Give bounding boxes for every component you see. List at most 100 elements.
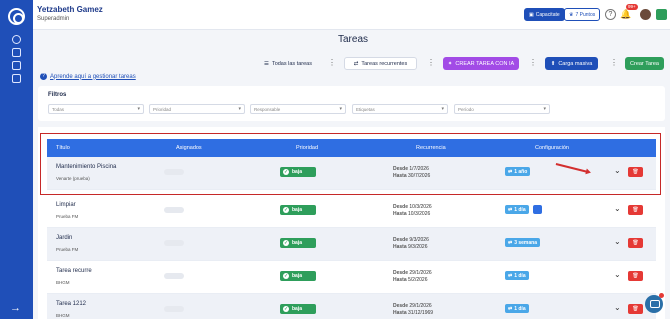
config-label: 1 día (514, 305, 526, 312)
table-row[interactable]: Tarea 1212 BHGM ✓ baja Desde 29/1/2026 Hasta … (47, 294, 656, 319)
page-title: Tareas (338, 34, 369, 45)
recurrence-dates: Desde 29/1/2026 Hasta 31/12/1969 (393, 303, 433, 317)
task-title: Limpiar (56, 202, 76, 208)
clock-icon[interactable] (12, 35, 21, 44)
points-button[interactable]: ♛ 7 Puntos (564, 8, 601, 21)
messages-icon[interactable] (656, 9, 667, 20)
create-ai-task-button[interactable]: ✦ CREAR TAREA CON IA (443, 57, 519, 70)
user-role: Superadmin (37, 16, 70, 22)
hasta-label: Hasta (393, 310, 407, 316)
task-subtitle: Prueba FM (56, 247, 79, 252)
all-tasks-button[interactable]: ☰ Todas las tareas (258, 57, 318, 70)
table-row[interactable]: Tarea recurre BHGM ✓ baja Desde 29/1/2026 Has… (47, 261, 656, 294)
bulk-load-button[interactable]: ⬆ Carga masiva (545, 57, 598, 70)
priority-label: baja (292, 207, 303, 213)
config-extra-icon[interactable] (533, 205, 542, 214)
filters-title: Filtros (48, 92, 67, 98)
user-name: Yetzabeth Gamez (37, 5, 103, 14)
hasta-label: Hasta (393, 244, 407, 250)
expand-sidebar-arrow-icon[interactable]: → (10, 303, 21, 314)
desde-date: 10/3/2026 (409, 204, 432, 210)
desde-label: Desde (393, 270, 409, 276)
avatar[interactable] (640, 9, 651, 20)
tasks-check-icon[interactable] (12, 48, 21, 57)
desde-date: 29/1/2026 (409, 270, 432, 276)
chat-badge (659, 293, 664, 298)
config-badge[interactable]: ⇄ 1 día (505, 304, 529, 313)
check-icon: ✓ (283, 240, 289, 246)
create-task-button[interactable]: Crear Tarea (625, 57, 664, 70)
chevron-down-icon[interactable]: ⌄ (614, 303, 621, 312)
trophy-icon: ♛ (569, 11, 574, 18)
assigned-placeholder (164, 273, 184, 279)
task-subtitle: BHGM (56, 313, 70, 318)
repeat-icon: ⇄ (353, 60, 359, 67)
task-title: Jardin (56, 235, 73, 241)
desde-label: Desde (393, 204, 409, 210)
priority-badge: ✓ baja (280, 238, 316, 248)
more-options-icon[interactable]: ⋮ (529, 58, 537, 67)
repeat-icon: ⇄ (508, 206, 513, 213)
config-badge[interactable]: ⇄ 1 día (505, 271, 529, 280)
filter-period-select[interactable]: Período (454, 104, 550, 114)
config-label: 1 día (514, 272, 526, 279)
filter-responsible-select[interactable]: Responsable (250, 104, 346, 114)
recurrence-dates: Desde 10/3/2026 Hasta 10/3/2026 (393, 204, 432, 218)
app-logo-icon[interactable] (8, 8, 25, 25)
desde-date: 9/3/2026 (409, 237, 429, 243)
config-badge[interactable]: ⇄ 3 semana (505, 238, 540, 247)
hasta-date: 31/12/1969 (408, 310, 434, 316)
hasta-date: 9/3/2026 (408, 244, 428, 250)
assigned-placeholder (164, 306, 184, 312)
assigned-placeholder (164, 240, 184, 246)
delete-button[interactable]: 🗑 (628, 238, 643, 248)
list-icon: ☰ (264, 60, 269, 67)
chart-icon[interactable] (12, 61, 21, 70)
repeat-icon: ⇄ (508, 272, 513, 279)
create-task-label: Crear Tarea (630, 60, 659, 67)
more-options-icon[interactable]: ⋮ (427, 58, 435, 67)
config-badge[interactable]: ⇄ 1 día (505, 205, 529, 214)
config-label: 3 semana (514, 239, 537, 246)
delete-button[interactable]: 🗑 (628, 205, 643, 215)
delete-button[interactable]: 🗑 (628, 271, 643, 281)
more-options-icon[interactable]: ⋮ (328, 58, 336, 67)
training-icon: ▣ (529, 11, 534, 18)
bulk-load-label: Carga masiva (558, 60, 593, 67)
recurring-tasks-label: Tareas recurrentes (361, 60, 408, 67)
task-subtitle: BHGM (56, 280, 70, 285)
table-row[interactable]: Limpiar Prueba FM ✓ baja Desde 10/3/2026 Hast… (47, 195, 656, 228)
filter-priority-select[interactable]: Prioridad (149, 104, 245, 114)
bell-icon[interactable]: 🔔 (620, 9, 631, 20)
check-icon: ✓ (283, 306, 289, 312)
priority-badge: ✓ baja (280, 304, 316, 314)
help-icon[interactable]: ? (605, 9, 616, 20)
question-icon: ? (40, 73, 47, 80)
training-button[interactable]: ▣ Capacitate (524, 8, 565, 21)
task-title: Tarea recurre (56, 268, 92, 274)
config-label: 1 día (514, 206, 526, 213)
delete-button[interactable]: 🗑 (628, 304, 643, 314)
training-label: Capacitate (535, 11, 560, 18)
recurring-tasks-button[interactable]: ⇄ Tareas recurrentes (344, 57, 417, 70)
sparkle-icon: ✦ (447, 60, 453, 67)
priority-badge: ✓ baja (280, 205, 316, 215)
task-title: Tarea 1212 (56, 301, 87, 307)
table-row[interactable]: Jardin Prueba FM ✓ baja Desde 9/3/2026 Hasta … (47, 228, 656, 261)
more-options-icon[interactable]: ⋮ (610, 58, 618, 67)
chevron-down-icon[interactable]: ⌄ (614, 237, 621, 246)
task-subtitle: Prueba FM (56, 214, 79, 219)
chevron-down-icon[interactable]: ⌄ (614, 204, 621, 213)
document-icon[interactable] (12, 74, 21, 83)
hasta-label: Hasta (393, 277, 407, 283)
sidebar: → (0, 0, 33, 319)
repeat-icon: ⇄ (508, 239, 513, 246)
hasta-label: Hasta (393, 211, 407, 217)
guide-link[interactable]: ? Aprende aquí a gestionar tareas (40, 73, 136, 80)
filter-status-select[interactable]: Todas (48, 104, 144, 114)
filter-tags-select[interactable]: Etiquetas (352, 104, 448, 114)
check-icon: ✓ (283, 207, 289, 213)
priority-label: baja (292, 306, 303, 312)
hasta-date: 10/3/2026 (408, 211, 431, 217)
chevron-down-icon[interactable]: ⌄ (614, 270, 621, 279)
